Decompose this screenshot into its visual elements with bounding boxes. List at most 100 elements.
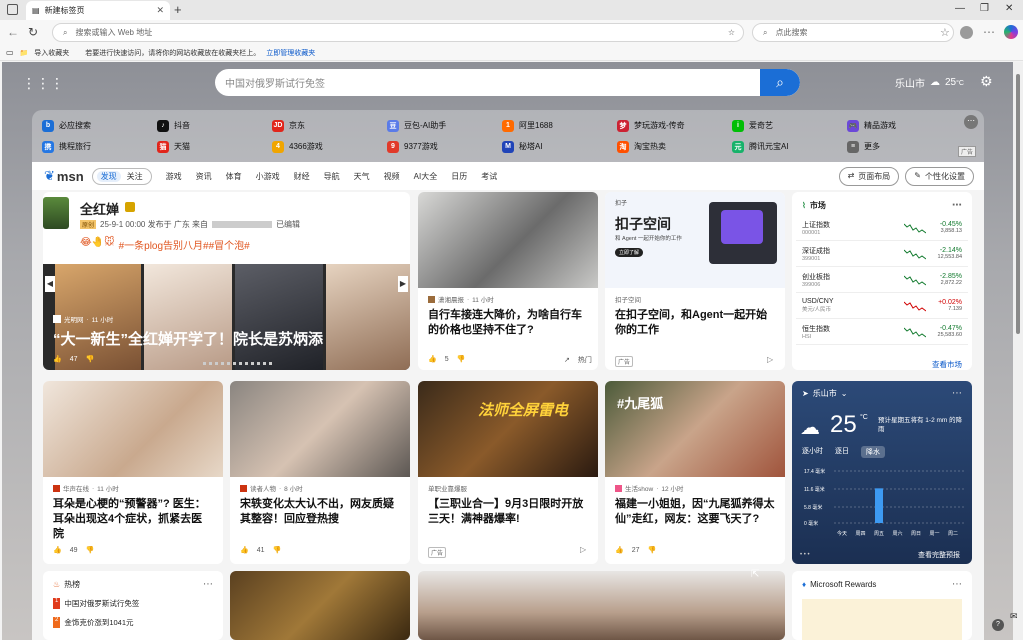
more-icon[interactable]: ⋯ [203,579,213,590]
category-tab[interactable]: 小游戏 [256,171,280,182]
quick-link-13[interactable]: 淘淘宝热卖 [617,139,666,154]
tab-daily[interactable]: 逐日 [835,446,849,458]
chevron-down-icon[interactable]: ⌄ [841,389,848,398]
quick-link-10[interactable]: 4 4366游戏 [272,139,323,154]
dislike-icon[interactable]: 👎 [273,546,282,554]
article-title[interactable]: 宋轶变化太大认不出，网友质疑其整容！回应登热搜 [240,497,400,527]
tab-discover[interactable]: 发现 [96,170,121,182]
page-dots[interactable]: • • • [800,552,810,558]
close-tab-icon[interactable]: ✕ [156,5,164,16]
full-forecast-link[interactable]: 查看完整预报 [918,550,960,560]
dislike-icon[interactable]: 👎 [86,546,95,554]
dislike-icon[interactable]: 👎 [457,355,466,363]
news-card[interactable]: #九尾狐 生活show · 12 小时 福建一小姐姐，因“九尾狐养得太仙”走红，网友… [605,381,785,564]
quick-links-more-icon[interactable]: ⋯ [964,115,978,129]
quick-link-9[interactable]: 猫天猫 [157,139,190,154]
quick-link-1[interactable]: ♪ 抖音 [157,118,190,133]
hero-title[interactable]: “大一新生”全红婵开学了！院长是苏炳添 [53,328,323,349]
category-tab[interactable]: 天气 [354,171,370,182]
article-title[interactable]: 耳朵是心梗的“预警器”? 医生：耳朵出现这4个症状，抓紧去医院 [53,497,213,542]
like-icon[interactable]: 👍 [53,546,62,554]
settings-gear-icon[interactable]: ⚙ [980,73,993,90]
back-icon[interactable]: ← [7,25,19,39]
more-icon[interactable]: ⋯ [952,200,962,211]
tab-precipitation[interactable]: 降水 [861,446,885,458]
hot-item[interactable]: 2 金饰克价涨到1041元 [43,611,223,634]
weather-summary[interactable]: 乐山市 ☁ 25°C [895,75,964,90]
workspaces-icon[interactable] [7,4,18,15]
category-tab[interactable]: AI大全 [414,171,438,182]
page-layout-button[interactable]: ⇄ 页面布局 [838,166,900,186]
market-row[interactable]: USD/CNY 美元/人民币 +0.02% 7.139 [796,293,968,319]
quick-link-4[interactable]: 1 阿里1688 [502,118,553,133]
apps-grid-icon[interactable]: ⋮⋮⋮ [22,75,64,92]
news-card[interactable]: 潇湘晨报 · 11 小时 自行车接连大降价，为啥自行车的价格也坚持不住了? 👍 5 👎 … [418,192,598,370]
more-icon[interactable]: ⋯ [952,388,962,399]
more-icon[interactable]: ⋯ [983,25,995,39]
like-icon[interactable]: 👍 [615,546,624,554]
help-icon[interactable]: ? [992,619,1004,631]
scrollbar[interactable] [1013,62,1023,640]
category-tab[interactable]: 考试 [481,171,497,182]
category-tab[interactable]: 体育 [226,171,242,182]
msn-search-button[interactable]: ⌕ [760,69,800,96]
ad-title[interactable]: 【三职业合一】9月3日限时开放三天！满神器爆率! [428,497,588,527]
hashtag-line[interactable]: 😂🤚🐭 #一条plog告别八月##冒个泡# [80,237,250,252]
tab-new[interactable]: ▤ 新建标签页 ✕ [26,1,170,20]
banner-cta[interactable]: 立即了解 [615,248,644,257]
tab-following[interactable]: 关注 [127,171,147,182]
hero-card[interactable]: 全红婵 原创 25-9-1 00:00 发布于 广东 来自 已编辑 😂🤚🐭 #一条… [43,192,410,370]
category-tab[interactable]: 资讯 [196,171,212,182]
quick-link-5[interactable]: 梦梦玩游戏-传奇 [617,118,685,133]
ad-card[interactable]: 扣子 扣子空间 和 Agent 一起开始你的工作 立即了解 扣子空间 在扣子空间… [605,192,785,370]
category-tab[interactable]: 财经 [294,171,310,182]
article-title[interactable]: 自行车接连大降价，为啥自行车的价格也坚持不住了? [428,308,588,338]
quick-link-14[interactable]: 元腾讯元宝AI [732,139,789,154]
quick-link-6[interactable]: i 爱奇艺 [732,118,773,133]
ad-card[interactable]: 法师全屏雷电 单职业靠爆服 【三职业合一】9月3日限时开放三天！满神器爆率! 广… [418,381,598,564]
favorite-star-icon[interactable]: ☆ [728,28,735,37]
personalize-button[interactable]: ✎ 个性化设置 [905,166,974,186]
tab-hourly[interactable]: 逐小时 [802,446,823,458]
quick-link-3[interactable]: 豆豆包-AI助手 [387,118,446,133]
rewards-card[interactable]: ♦ Microsoft Rewards ⋯ [792,571,972,640]
copilot-icon[interactable] [1004,25,1018,39]
new-tab-button[interactable]: + [174,2,182,17]
category-tab[interactable]: 日历 [451,171,467,182]
play-icon[interactable]: ▷ [580,545,586,554]
video-card[interactable] [418,571,785,640]
category-tab[interactable]: 游戏 [166,171,182,182]
weather-widget[interactable]: ➤ 乐山市 ⌄ ⋯ ☁ 25 °C 预计星期五将有 1-2 mm 的降雨 逐小时 逐日… [792,381,972,564]
quick-link-11[interactable]: 9 9377游戏 [387,139,438,154]
feedback-icon[interactable]: ✉ [1010,611,1018,622]
msn-search-box[interactable]: 中国对俄罗斯试行免签 ⌕ [215,69,800,96]
address-bar[interactable]: ⌕ 搜索或输入 Web 地址 ☆ [52,23,744,42]
manage-favorites-link[interactable]: 立即管理收藏夹 [266,48,315,58]
market-row[interactable]: 上证指数 000001 -0.45% 3,858.13 [796,215,968,241]
quick-link-2[interactable]: JD 京东 [272,118,305,133]
side-search-box[interactable]: ⌕ 点此搜索 [752,23,954,42]
category-tab[interactable]: 视频 [384,171,400,182]
category-tab[interactable]: 导航 [324,171,340,182]
hot-item[interactable]: 1 中国对俄罗斯试行免签 [43,596,223,611]
like-icon[interactable]: 👍 [240,546,249,554]
msn-logo[interactable]: ❦ msn [44,168,84,184]
article-title[interactable]: 福建一小姐姐，因“九尾狐养得太仙”走红，网友：这要飞天了? [615,497,775,527]
favorites-icon[interactable]: ☆ [940,26,950,39]
market-row[interactable]: 创业板指 399006 -2.85% 2,872.22 [796,267,968,293]
minimize-icon[interactable]: — [955,3,965,14]
carousel-dots[interactable] [203,362,273,365]
profile-avatar[interactable] [960,26,973,39]
carousel-prev-icon[interactable]: ◀ [45,276,55,292]
dislike-icon[interactable]: 👎 [86,355,95,363]
quick-link-12[interactable]: M 秘塔AI [502,139,543,154]
close-window-icon[interactable]: ✕ [1005,3,1013,14]
ad-title[interactable]: 在扣子空间，和Agent一起开始你的工作 [615,308,775,338]
more-icon[interactable]: ⋯ [952,579,962,590]
view-market-link[interactable]: 查看市场 [932,359,962,370]
play-icon[interactable]: ▷ [767,355,773,364]
quick-link-15[interactable]: ≡ 更多 [847,139,880,154]
quick-link-8[interactable]: 携携程旅行 [42,139,91,154]
scrollbar-thumb[interactable] [1016,74,1020,334]
restore-icon[interactable]: ❐ [980,3,989,14]
